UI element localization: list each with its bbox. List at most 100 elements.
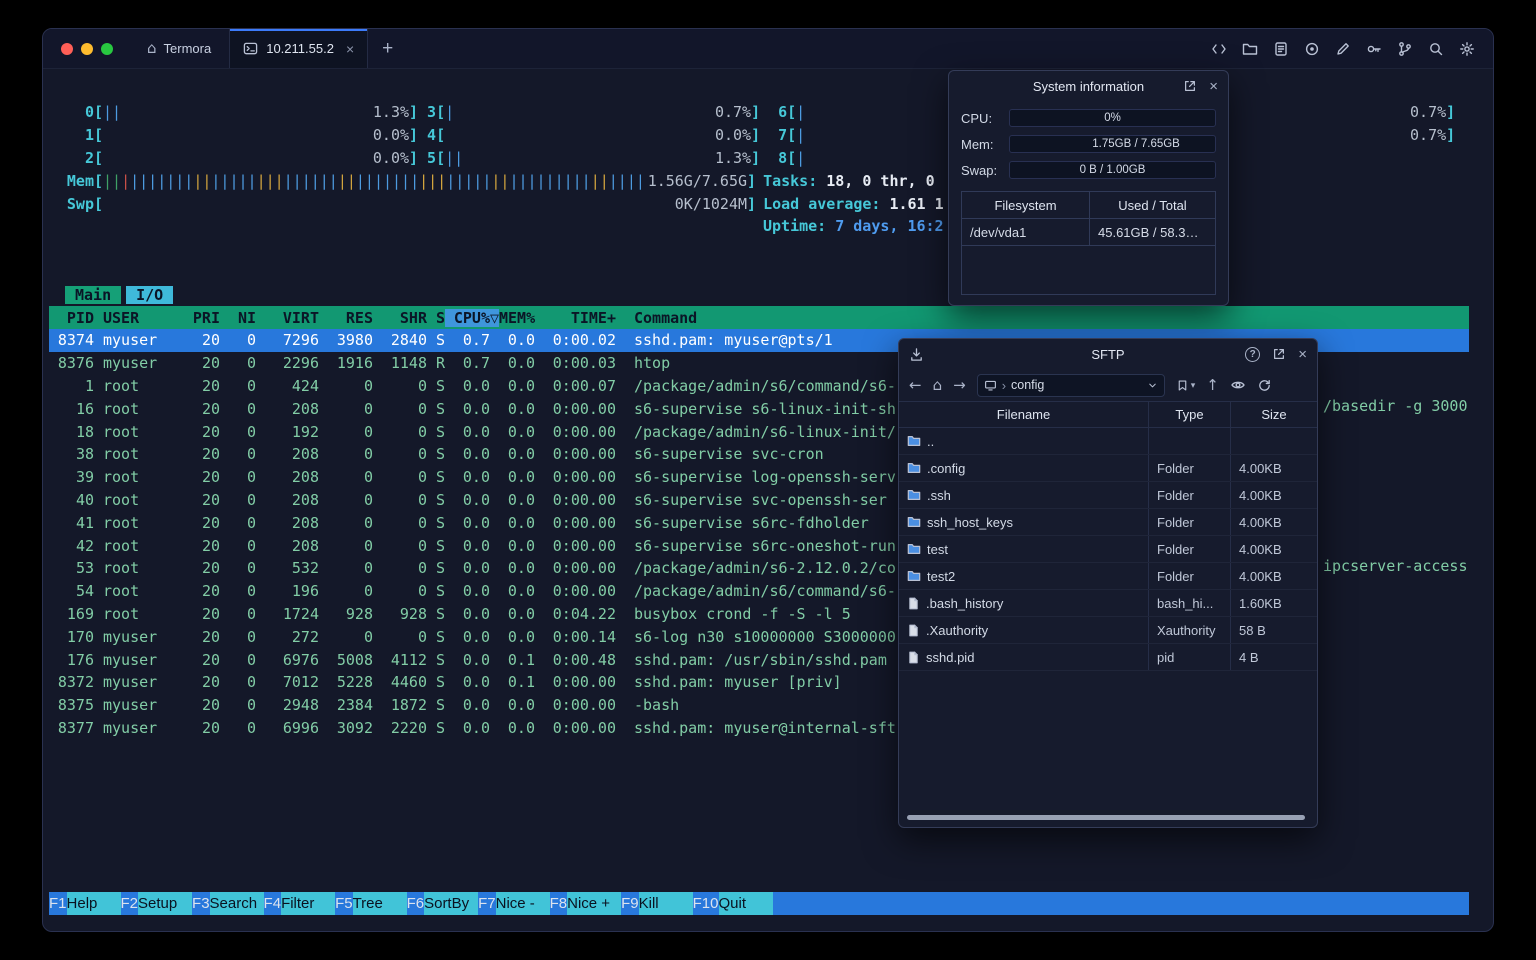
fkey-F8[interactable]: F8 Nice + [550,892,622,915]
column-shr[interactable]: SHR [373,309,427,327]
mem-usage-row: Mem: 1.75GB / 7.65GB [961,135,1216,153]
home-icon[interactable]: ⌂ [933,377,943,393]
cpu-meter-0: 0[|| 1.3%] [84,103,419,122]
horizontal-scrollbar[interactable] [907,815,1305,820]
sort-indicator-icon: ▽ [490,308,500,327]
events-icon[interactable] [1273,41,1289,57]
cpu-usage-row: CPU: 0% [961,109,1216,127]
fkey-F9[interactable]: F9 Kill [621,892,693,915]
file-size: 4 B [1239,649,1259,665]
column-mem[interactable]: MEM% [499,309,535,327]
fkey-F6[interactable]: F6 SortBy [407,892,479,915]
bookmark-icon[interactable]: ▾ [1176,379,1195,392]
sftp-toolbar: ← ⌂ → › config ▾ ↑ [899,369,1317,401]
open-in-window-icon[interactable] [1183,79,1197,93]
mem-meter-label: Mem [66,171,94,190]
settings-icon[interactable] [1459,41,1475,57]
load-average: Load average: 1.61 1 [763,194,944,213]
close-tab-icon[interactable]: × [346,41,354,57]
help-icon[interactable]: ? [1245,346,1261,362]
sftp-file-row[interactable]: test2 Folder 4.00KB [899,563,1317,590]
file-name: .bash_history [926,595,1004,611]
command-overflow-fragment: /basedir -g 3000 [1323,397,1468,415]
sftp-file-row[interactable]: .Xauthority Xauthority 58 B [899,617,1317,644]
cpu-meter-3: 3[| 0.7%] [427,103,761,122]
column-type[interactable]: Type [1149,402,1231,427]
refresh-icon[interactable] [1257,378,1272,393]
sftp-file-row[interactable]: .. [899,428,1317,455]
zoom-window-button[interactable] [101,42,113,55]
column-pri[interactable]: PRI [184,309,220,327]
file-size: 4.00KB [1239,514,1282,530]
tab-label: 10.211.55.2 [266,41,334,56]
fkey-F2[interactable]: F2 Setup [121,892,193,915]
file-size: 4.00KB [1239,460,1282,476]
traffic-lights [61,42,113,55]
fkey-F10[interactable]: F10 Quit [693,892,773,915]
tab-main[interactable]: Main [65,285,122,304]
sftp-file-row[interactable]: .config Folder 4.00KB [899,455,1317,482]
column-ni[interactable]: NI [229,309,256,327]
branch-icon[interactable] [1397,41,1413,57]
open-in-window-icon[interactable] [1272,347,1286,361]
cpu-meter-5: 5[|| 1.3%] [427,148,761,167]
swap-meter-line: Swp[0K/1024M] Load average: 1.61 1 [49,192,1469,215]
column-pid[interactable]: PID [49,309,94,327]
file-type: Folder [1149,536,1231,562]
folder-icon[interactable] [1242,41,1258,57]
back-icon[interactable]: ← [909,377,922,393]
column-time[interactable]: TIME+ [535,309,616,327]
fkey-F5[interactable]: F5 Tree [335,892,407,915]
column-cpu-sorted[interactable]: CPU% [445,308,490,327]
key-icon[interactable] [1366,41,1382,57]
function-key-bar: F1 Help F2 Setup F3 Search F4 Filter F5 Tree F6 Sor… [49,892,1469,915]
fkey-F7[interactable]: F7 Nice - [478,892,550,915]
edit-icon[interactable] [1335,41,1351,57]
close-icon[interactable]: × [1298,347,1307,362]
record-icon[interactable] [1304,41,1320,57]
file-name: ssh_host_keys [927,514,1013,530]
sftp-file-row[interactable]: .bash_history bash_hi... 1.60KB [899,590,1317,617]
file-type: Folder [1149,455,1231,481]
sftp-file-row[interactable]: sshd.pid pid 4 B [899,644,1317,671]
parent-directory-icon[interactable]: ↑ [1206,377,1219,393]
file-name: test [927,541,948,557]
fkey-F3[interactable]: F3 Search [192,892,264,915]
forward-icon[interactable]: → [953,377,966,393]
tab-io[interactable]: I/O [126,285,174,304]
column-user[interactable]: USER [103,309,184,327]
show-hidden-eye-icon[interactable] [1230,377,1246,393]
file-type: Folder [1149,563,1231,589]
column-state[interactable]: S [436,309,445,327]
fkey-F1[interactable]: F1 Help [49,892,121,915]
column-command[interactable]: Command [634,309,1469,327]
tab-ssh-session[interactable]: 10.211.55.2 × [229,29,369,68]
code-icon[interactable] [1211,41,1227,57]
close-icon[interactable]: × [1209,79,1218,94]
sftp-file-row[interactable]: ssh_host_keys Folder 4.00KB [899,509,1317,536]
fkey-F4[interactable]: F4 Filter [264,892,336,915]
column-res[interactable]: RES [319,309,373,327]
sftp-file-row[interactable]: .ssh Folder 4.00KB [899,482,1317,509]
sftp-file-row[interactable]: test Folder 4.00KB [899,536,1317,563]
new-tab-button[interactable]: + [382,39,393,58]
filesystem-table-header: Filesystem Used / Total [962,192,1215,219]
minimize-window-button[interactable] [81,42,93,55]
sftp-table-header: Filename Type Size [899,401,1317,428]
search-icon[interactable] [1428,41,1444,57]
tasks-summary: Tasks: 18, 0 thr, 0 [763,171,935,190]
chevron-down-icon[interactable] [1147,380,1158,391]
filesystem-row[interactable]: /dev/vda1 45.61GB / 58.3… [962,219,1215,246]
column-size[interactable]: Size [1231,402,1317,427]
file-name: .config [927,460,966,476]
file-type: Xauthority [1149,617,1231,643]
transfers-download-icon[interactable] [909,347,924,362]
file-name: .ssh [927,487,951,503]
column-filename[interactable]: Filename [899,402,1149,427]
close-window-button[interactable] [61,42,73,55]
column-virt[interactable]: VIRT [256,309,319,327]
tab-bar: ⌂ Termora 10.211.55.2 × + [43,29,1493,69]
tab-termora-home[interactable]: ⌂ Termora [137,29,221,68]
path-breadcrumb[interactable]: › config [976,373,1165,397]
file-icon [907,624,920,637]
